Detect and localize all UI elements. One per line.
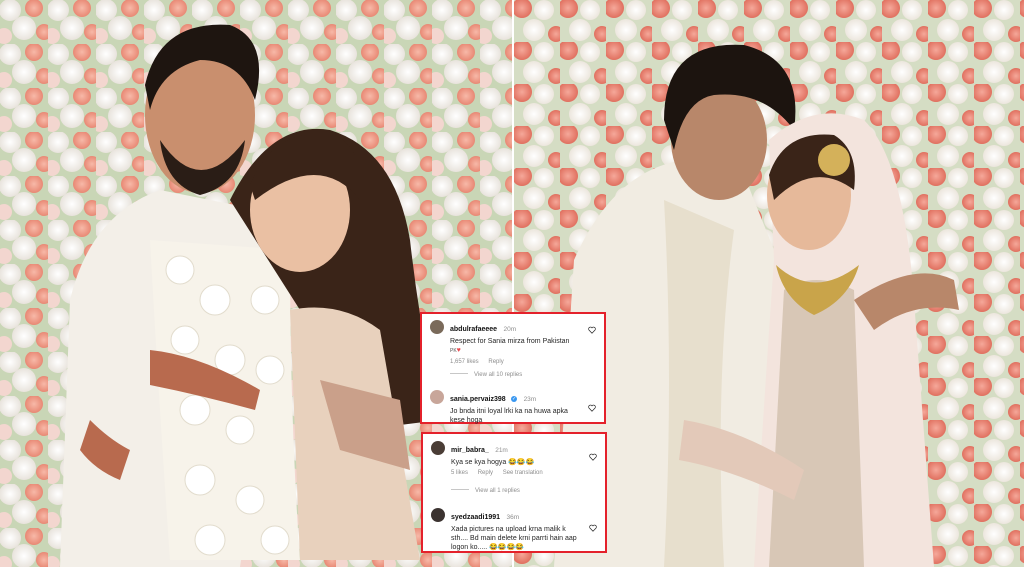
comment-text: Jo bnda itni loyal lrki ka na huwa apka … [450,408,568,424]
comment-time: 21m [495,447,508,454]
comment-username[interactable]: sania.pervaiz398 [450,396,506,403]
reply-line-divider [450,373,468,374]
heart-emoji-icon: ♥ [456,347,461,354]
comment-text: Kya se kya hogya 😂😂😂 [451,459,535,466]
see-translation-link[interactable]: See translation [503,470,543,476]
verified-badge-icon: ✓ [511,396,518,402]
view-replies-label: View all 10 replies [474,372,523,378]
avatar[interactable] [431,508,445,522]
view-replies-label: View all 1 replies [475,488,520,494]
avatar[interactable] [430,390,444,404]
comment-item: sania.pervaiz398 ✓ 23m Jo bnda itni loya… [430,388,596,424]
comment-likes[interactable]: 1,657 likes [450,359,479,365]
comment-text: Xada pictures na upload krna malik k sth… [451,526,577,551]
reply-line-divider [451,489,469,490]
reply-button[interactable]: Reply [478,470,493,476]
comment-panel-highlight-2: mir_babra_ 21m Kya se kya hogya 😂😂😂 5 li… [421,432,607,553]
flag-label: PK [450,348,457,354]
comment-username[interactable]: mir_babra_ [451,447,489,454]
comment-username[interactable]: syedzaadi1991 [451,514,500,521]
like-heart-icon[interactable] [589,524,597,532]
comment-panel-highlight-1: abdulrafaeeee 20m Respect for Sania mirz… [420,312,606,424]
comment-item: mir_babra_ 21m Kya se kya hogya 😂😂😂 5 li… [431,439,597,479]
comment-item: abdulrafaeeee 20m Respect for Sania mirz… [430,318,596,366]
like-heart-icon[interactable] [588,404,596,412]
reply-button[interactable]: Reply [488,359,503,365]
avatar[interactable] [430,320,444,334]
comment-time: 36m [506,514,520,521]
comment-time: 20m [503,326,517,333]
avatar[interactable] [431,441,445,455]
comment-likes[interactable]: 5 likes [451,470,468,476]
comment-item: syedzaadi1991 36m Xada pictures na uploa… [431,506,597,551]
like-heart-icon[interactable] [589,453,597,461]
like-heart-icon[interactable] [588,326,596,334]
view-replies-link[interactable]: View all 1 replies [451,488,520,494]
comment-text: Respect for Sania mirza from Pakistan PK… [450,338,570,354]
view-replies-link[interactable]: View all 10 replies [450,372,522,378]
comment-username[interactable]: abdulrafaeeee [450,326,497,333]
comment-time: 23m [523,396,537,403]
